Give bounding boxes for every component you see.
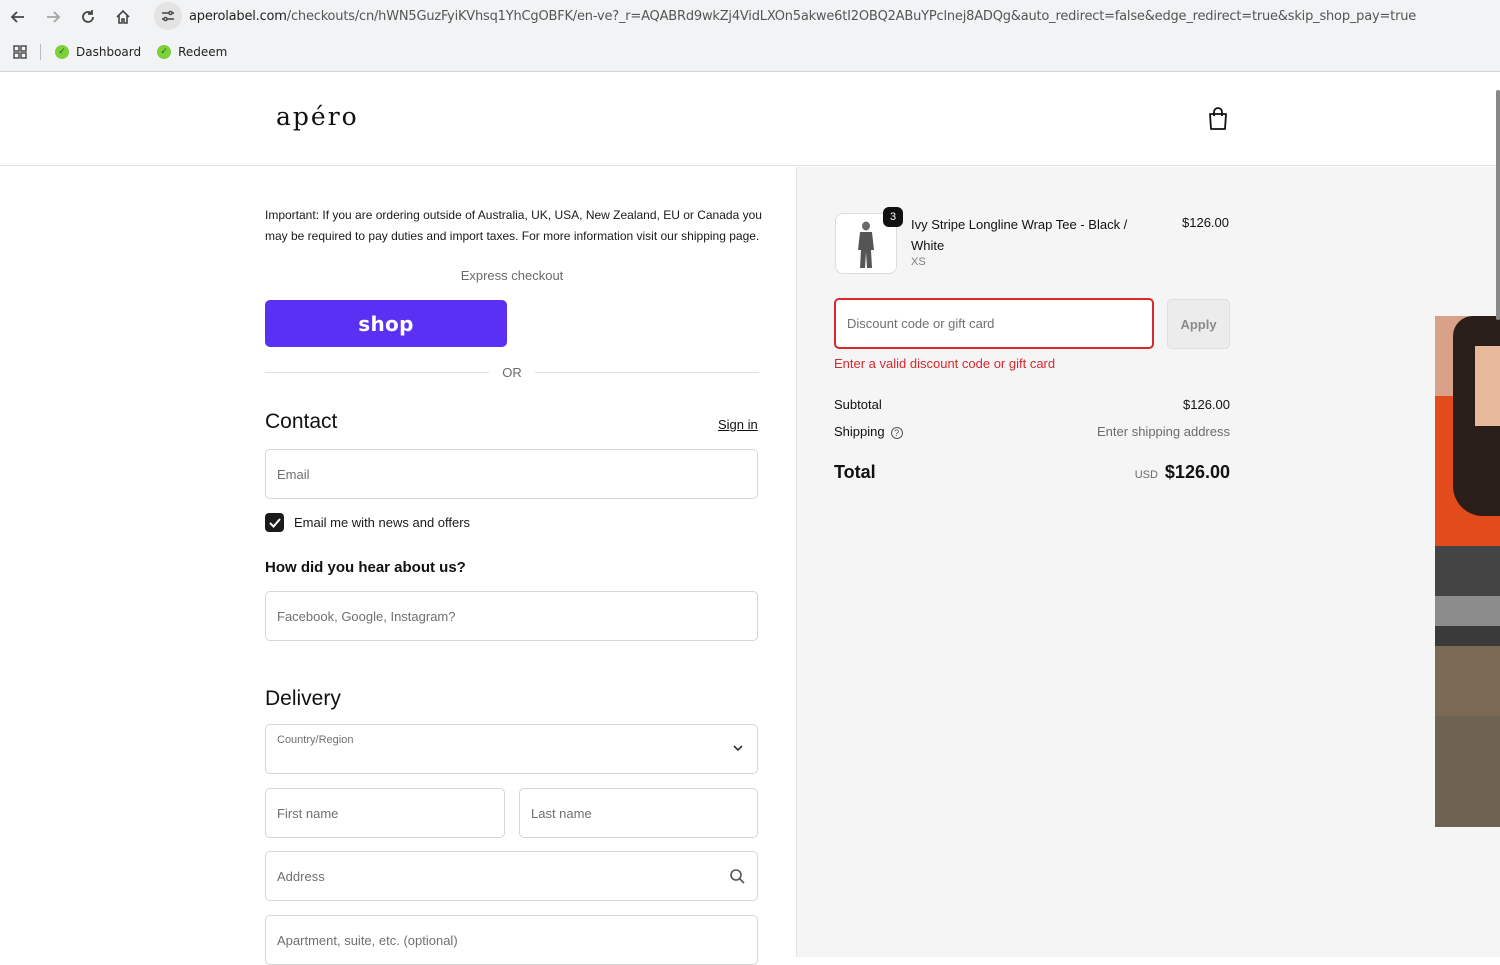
address-bar[interactable]: aperolabel.com/checkouts/cn/hWN5GuzFyiKV… xyxy=(154,2,1500,30)
arrow-left-icon xyxy=(10,10,24,23)
video-region xyxy=(1435,646,1500,716)
divider-line xyxy=(534,372,759,373)
contact-heading: Contact xyxy=(265,410,338,433)
first-name-field[interactable]: First name xyxy=(265,788,505,838)
newsletter-option[interactable]: Email me with news and offers xyxy=(265,513,470,532)
bookmarks-bar: ✓ Dashboard ✓ Redeem xyxy=(0,33,1500,72)
video-region xyxy=(1435,546,1500,596)
shipping-value: Enter shipping address xyxy=(1097,424,1230,439)
url-path: /checkouts/cn/hWN5GuzFyiKVhsq1YhCgOBFK/e… xyxy=(286,8,1417,24)
currency-code: USD xyxy=(1134,469,1158,481)
order-summary: 3 Ivy Stripe Longline Wrap Tee - Black /… xyxy=(797,167,1500,957)
shipping-label-wrap: Shipping? xyxy=(834,424,903,439)
discount-error-message: Enter a valid discount code or gift card xyxy=(834,356,1056,371)
newsletter-label: Email me with news and offers xyxy=(294,515,471,530)
product-thumbnail: 3 xyxy=(835,207,903,274)
product-price: $126.00 xyxy=(1182,215,1229,230)
tune-icon xyxy=(162,10,174,22)
subtotal-row: Subtotal $126.00 xyxy=(834,397,1230,412)
product-name: Ivy Stripe Longline Wrap Tee - Black / W… xyxy=(911,217,1128,253)
leaf-icon: ✓ xyxy=(157,45,172,59)
checkout-form: Important: If you are ordering outside o… xyxy=(0,167,797,965)
browser-toolbar: aperolabel.com/checkouts/cn/hWN5GuzFyiKV… xyxy=(0,0,1500,33)
or-divider: OR xyxy=(265,365,759,380)
duties-notice: Important: If you are ordering outside o… xyxy=(265,208,762,243)
video-region xyxy=(1435,596,1500,626)
video-region xyxy=(1435,716,1500,827)
quantity-badge: 3 xyxy=(883,207,903,227)
or-text: OR xyxy=(502,365,522,380)
forward-button[interactable] xyxy=(35,0,70,33)
bookmark-label: Redeem xyxy=(178,45,228,59)
bookmark-dashboard[interactable]: ✓ Dashboard xyxy=(55,45,141,59)
scrollbar-thumb[interactable] xyxy=(1496,90,1500,320)
back-button[interactable] xyxy=(0,0,35,33)
email-field[interactable]: Email xyxy=(265,449,758,499)
store-logo[interactable]: apéro xyxy=(276,102,359,131)
address-placeholder: Address xyxy=(277,868,325,884)
total-value-wrap: USD $126.00 xyxy=(1135,462,1230,483)
search-icon xyxy=(730,869,745,884)
store-header: apéro xyxy=(0,72,1500,166)
site-info-button[interactable] xyxy=(154,2,182,30)
sign-in-link[interactable]: Sign in xyxy=(718,417,758,432)
video-overlay[interactable] xyxy=(1435,316,1500,827)
bookmark-label: Dashboard xyxy=(76,45,142,59)
checkmark-icon xyxy=(268,517,281,528)
subtotal-value: $126.00 xyxy=(1183,397,1230,412)
product-variant: XS xyxy=(911,256,926,268)
home-icon xyxy=(115,9,130,24)
shipping-row: Shipping? Enter shipping address xyxy=(834,424,1230,439)
total-label: Total xyxy=(834,462,876,482)
express-checkout-label: Express checkout xyxy=(460,268,564,283)
apply-discount-button[interactable]: Apply xyxy=(1167,299,1230,349)
arrow-right-icon xyxy=(46,10,60,23)
reload-button[interactable] xyxy=(70,0,105,33)
shipping-label: Shipping xyxy=(834,424,885,439)
chevron-down-icon xyxy=(733,745,743,752)
leaf-icon: ✓ xyxy=(55,45,69,59)
url-text: aperolabel.com/checkouts/cn/hWN5GuzFyiKV… xyxy=(189,9,1416,24)
bookmarks-separator xyxy=(40,44,41,60)
last-name-field[interactable]: Last name xyxy=(519,788,758,838)
newsletter-checkbox[interactable] xyxy=(265,513,284,532)
apps-grid-icon[interactable] xyxy=(10,42,30,62)
address-field[interactable]: Address xyxy=(265,851,758,901)
reload-icon xyxy=(81,9,94,23)
divider-line xyxy=(265,372,490,373)
subtotal-label: Subtotal xyxy=(834,397,882,412)
total-amount: $126.00 xyxy=(1164,462,1230,482)
discount-code-input[interactable]: Discount code or gift card xyxy=(834,298,1154,349)
shopping-bag-icon xyxy=(1209,107,1227,130)
total-row: Total USD $126.00 xyxy=(834,462,1230,483)
hear-about-input[interactable]: Facebook, Google, Instagram? xyxy=(265,591,758,641)
home-button[interactable] xyxy=(105,0,140,33)
url-host: aperolabel.com xyxy=(189,8,287,24)
apartment-field[interactable]: Apartment, suite, etc. (optional) xyxy=(265,915,758,965)
hear-about-heading: How did you hear about us? xyxy=(265,559,466,576)
cart-button[interactable] xyxy=(1206,106,1230,132)
video-region xyxy=(1475,346,1500,426)
country-select[interactable]: Country/Region xyxy=(265,724,758,774)
bookmark-redeem[interactable]: ✓ Redeem xyxy=(157,45,227,59)
shop-pay-button[interactable]: shop xyxy=(265,300,507,347)
delivery-heading: Delivery xyxy=(265,687,341,710)
help-icon[interactable]: ? xyxy=(890,426,903,439)
country-label: Country/Region xyxy=(277,734,354,746)
